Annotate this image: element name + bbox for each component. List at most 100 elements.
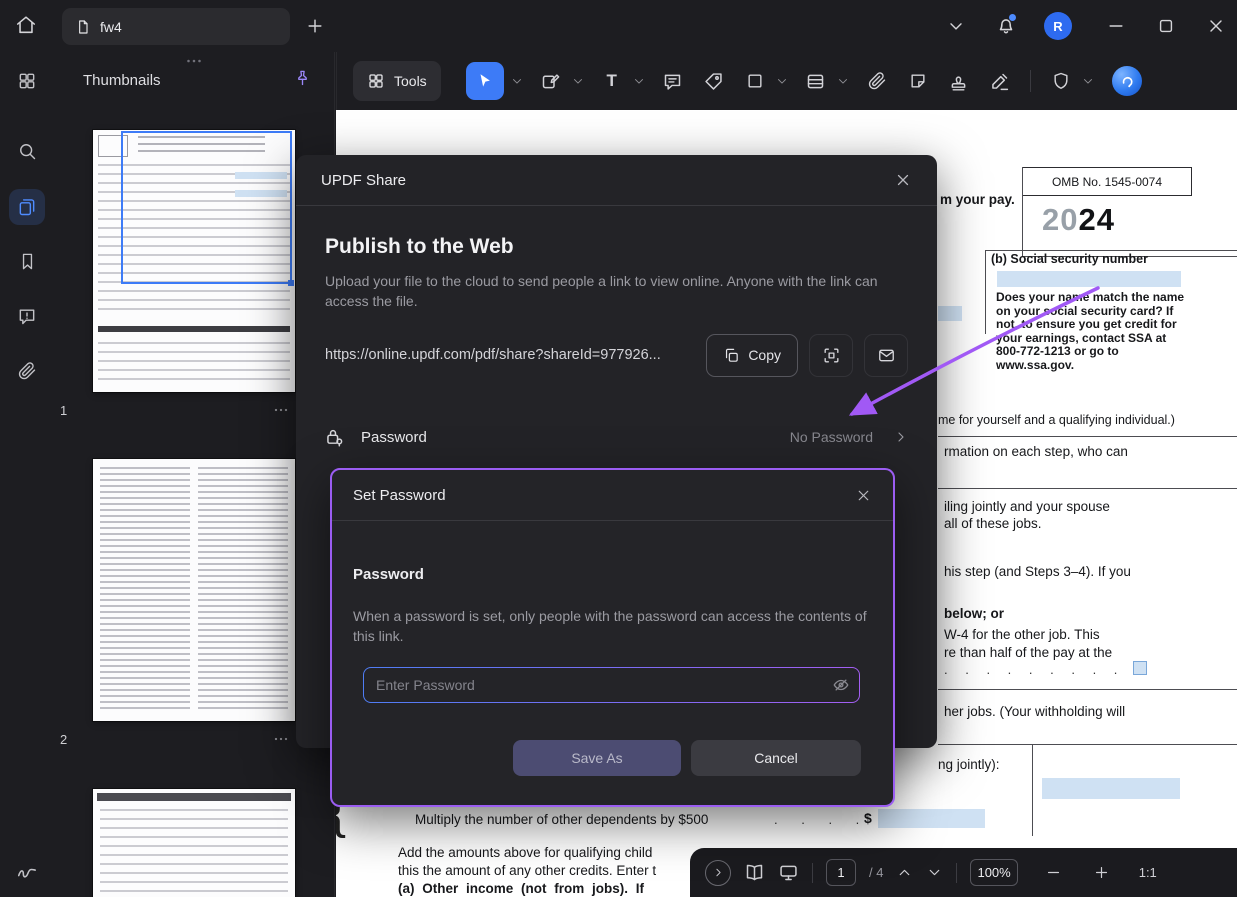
- thumbnail-page-1[interactable]: 1: [93, 130, 295, 428]
- sidebar-item-comments[interactable]: [9, 298, 45, 334]
- sticker-tool[interactable]: [904, 64, 932, 98]
- sidebar-item-apps[interactable]: [9, 63, 45, 99]
- password-description: When a password is set, only people with…: [353, 606, 868, 646]
- zoom-level[interactable]: 100%: [970, 859, 1017, 886]
- form-field[interactable]: [997, 271, 1181, 287]
- zoom-out-button[interactable]: [1045, 864, 1062, 881]
- page-number-input[interactable]: 1: [826, 859, 856, 886]
- pin-panel-button[interactable]: [293, 69, 312, 88]
- thumbnail-page-3[interactable]: [93, 789, 295, 897]
- visible-area-rect[interactable]: [121, 131, 292, 284]
- fit-actual-size-button[interactable]: 1:1: [1139, 865, 1157, 880]
- copy-link-button[interactable]: Copy: [706, 334, 798, 377]
- save-button[interactable]: Save As: [513, 740, 681, 776]
- form-field[interactable]: [1042, 778, 1180, 799]
- panel-more-icon[interactable]: [183, 54, 205, 73]
- thumbnail-image[interactable]: [93, 789, 295, 897]
- email-share-button[interactable]: [864, 334, 908, 377]
- share-modal-close-button[interactable]: [894, 171, 912, 189]
- presentation-button[interactable]: [778, 862, 799, 883]
- form-field[interactable]: [938, 306, 962, 321]
- protect-tool-chevron[interactable]: [1081, 74, 1095, 88]
- close-window-button[interactable]: [1206, 16, 1226, 36]
- viewport-handle[interactable]: [288, 280, 294, 286]
- window-menu-button[interactable]: [946, 16, 966, 36]
- pdf-text: Add the amounts above for qualifying chi…: [398, 845, 652, 860]
- shape-tool[interactable]: [741, 64, 769, 98]
- sidebar-item-search[interactable]: [9, 133, 45, 169]
- pdf-text: all of these jobs.: [944, 516, 1042, 531]
- previous-page-button[interactable]: [896, 864, 913, 881]
- text-tool-chevron[interactable]: [632, 74, 646, 88]
- select-tool[interactable]: [466, 62, 504, 100]
- batch-signature-button[interactable]: [9, 853, 45, 889]
- minus-icon: [1045, 864, 1062, 881]
- page-more-button[interactable]: [271, 404, 291, 416]
- annotate-tool[interactable]: [700, 64, 728, 98]
- comment-tool[interactable]: [659, 64, 687, 98]
- paperclip-icon: [17, 361, 37, 381]
- notifications-button[interactable]: [995, 14, 1017, 36]
- password-input[interactable]: [364, 668, 859, 702]
- cancel-button[interactable]: Cancel: [691, 740, 861, 776]
- envelope-icon: [877, 346, 896, 365]
- home-button[interactable]: [15, 14, 37, 36]
- attachment-tool[interactable]: [863, 64, 891, 98]
- zoom-in-button[interactable]: [1093, 864, 1110, 881]
- avatar[interactable]: R: [1044, 12, 1072, 40]
- sidebar-item-attachments[interactable]: [9, 353, 45, 389]
- toolbar-divider: [1030, 70, 1031, 92]
- organize-tool-chevron[interactable]: [836, 74, 850, 88]
- reader-view-button[interactable]: [744, 862, 765, 883]
- thumbnail-image[interactable]: [93, 459, 295, 721]
- text-tool[interactable]: T: [598, 64, 626, 98]
- pdf-text: W-4 for the other job. This: [944, 627, 1100, 642]
- form-checkbox[interactable]: [1133, 661, 1147, 675]
- maximize-icon: [1156, 16, 1176, 36]
- chevron-down-icon: [926, 864, 943, 881]
- thumbnail-image[interactable]: [93, 130, 295, 392]
- pdf-rule: [938, 436, 1237, 437]
- form-field[interactable]: [878, 809, 985, 828]
- password-row[interactable]: Password No Password: [324, 415, 909, 459]
- edit-tool-chevron[interactable]: [571, 74, 585, 88]
- page-more-button[interactable]: [271, 733, 291, 745]
- protect-tool[interactable]: [1047, 64, 1075, 98]
- edit-tool[interactable]: [537, 64, 565, 98]
- select-tool-chevron[interactable]: [510, 74, 524, 88]
- organize-tool[interactable]: [802, 64, 830, 98]
- mini-text-lines: [100, 467, 190, 713]
- shield-icon: [1051, 71, 1071, 91]
- updf-ai-button[interactable]: [1112, 66, 1142, 96]
- sidebar-item-bookmarks[interactable]: [9, 243, 45, 279]
- set-password-close-button[interactable]: [855, 487, 872, 504]
- toggle-password-visibility-button[interactable]: [832, 676, 850, 694]
- close-icon: [1206, 16, 1226, 36]
- chevron-right-icon: [712, 866, 725, 879]
- tab-title: fw4: [100, 19, 122, 35]
- updf-ai-icon: [1118, 72, 1136, 90]
- pdf-text: $: [864, 810, 872, 826]
- minimize-button[interactable]: [1106, 16, 1126, 36]
- shape-tool-chevron[interactable]: [775, 74, 789, 88]
- new-tab-button[interactable]: [305, 16, 325, 36]
- share-url[interactable]: https://online.updf.com/pdf/share?shareI…: [325, 347, 695, 363]
- document-tab[interactable]: fw4: [62, 8, 290, 45]
- pin-icon: [293, 69, 312, 88]
- tools-button[interactable]: Tools: [353, 61, 441, 101]
- thumbnail-page-2[interactable]: 2: [93, 459, 295, 757]
- signature-tool[interactable]: [986, 64, 1014, 98]
- sidebar-item-thumbnails[interactable]: [9, 189, 45, 225]
- pen-icon: [989, 71, 1010, 92]
- statusbar-divider: [812, 863, 813, 883]
- pdf-text: me for yourself and a qualifying individ…: [938, 413, 1175, 427]
- search-icon: [17, 141, 37, 161]
- maximize-button[interactable]: [1156, 16, 1176, 36]
- minimize-icon: [1106, 16, 1126, 36]
- stamp-tool[interactable]: [945, 64, 973, 98]
- next-page-button[interactable]: [926, 864, 943, 881]
- publish-description: Upload your file to the cloud to send pe…: [325, 271, 901, 311]
- page-number: 1: [60, 403, 67, 418]
- collapse-bar-button[interactable]: [705, 860, 731, 886]
- qr-code-button[interactable]: [809, 334, 853, 377]
